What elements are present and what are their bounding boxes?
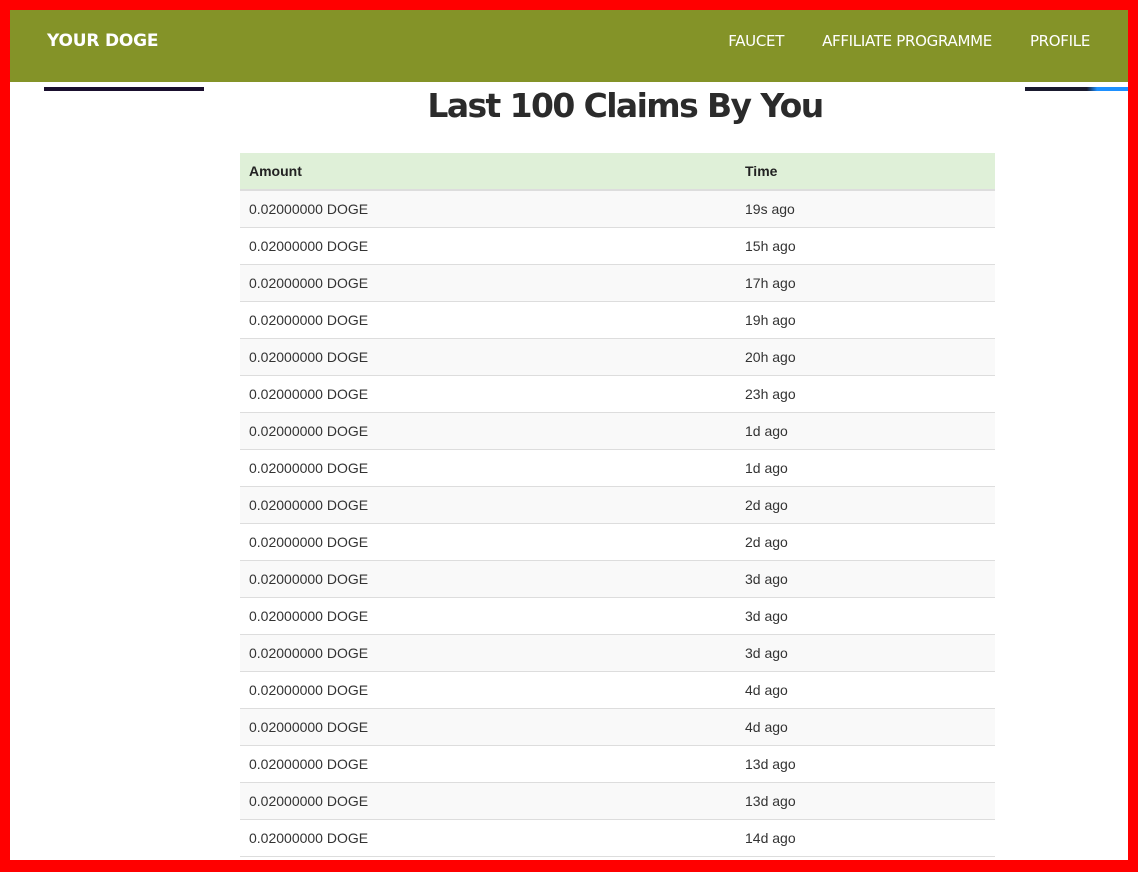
claim-amount: 0.02000000 DOGE	[240, 745, 736, 783]
claim-time: 23h ago	[736, 375, 995, 413]
claim-time: 2d ago	[736, 486, 995, 524]
claim-time: 14d ago	[736, 819, 995, 857]
claims-table: Amount Time 0.02000000 DOGE 19s ago 0.0200…	[240, 153, 995, 857]
claim-amount: 0.02000000 DOGE	[240, 264, 736, 302]
table-row: 0.02000000 DOGE 15h ago	[240, 227, 995, 265]
table-row: 0.02000000 DOGE 14d ago	[240, 819, 995, 857]
table-row: 0.02000000 DOGE 13d ago	[240, 745, 995, 783]
nav-link-profile[interactable]: PROFILE	[1030, 31, 1090, 51]
nav-links: FAUCET AFFILIATE PROGRAMME PROFILE	[728, 31, 1090, 51]
claim-time: 2d ago	[736, 523, 995, 561]
claim-amount: 0.02000000 DOGE	[240, 338, 736, 376]
table-header-row: Amount Time	[240, 153, 995, 191]
column-header-amount: Amount	[240, 153, 736, 191]
claim-time: 13d ago	[736, 745, 995, 783]
claims-table-body: 0.02000000 DOGE 19s ago 0.02000000 DOGE 15h…	[240, 190, 995, 857]
claim-amount: 0.02000000 DOGE	[240, 190, 736, 228]
nav-link-faucet[interactable]: FAUCET	[728, 31, 784, 51]
claim-time: 1d ago	[736, 412, 995, 450]
table-row: 0.02000000 DOGE 1d ago	[240, 412, 995, 450]
table-row: 0.02000000 DOGE 3d ago	[240, 634, 995, 672]
claim-time: 19s ago	[736, 190, 995, 228]
claim-time: 17h ago	[736, 264, 995, 302]
table-row: 0.02000000 DOGE 20h ago	[240, 338, 995, 376]
table-row: 0.02000000 DOGE 4d ago	[240, 708, 995, 746]
claim-amount: 0.02000000 DOGE	[240, 486, 736, 524]
claim-amount: 0.02000000 DOGE	[240, 227, 736, 265]
table-row: 0.02000000 DOGE 3d ago	[240, 560, 995, 598]
claim-amount: 0.02000000 DOGE	[240, 782, 736, 820]
table-row: 0.02000000 DOGE 13d ago	[240, 782, 995, 820]
claim-time: 13d ago	[736, 782, 995, 820]
claim-amount: 0.02000000 DOGE	[240, 301, 736, 339]
navbar: YOUR DOGE FAUCET AFFILIATE PROGRAMME PRO…	[10, 10, 1128, 82]
table-row: 0.02000000 DOGE 17h ago	[240, 264, 995, 302]
claim-amount: 0.02000000 DOGE	[240, 708, 736, 746]
claim-amount: 0.02000000 DOGE	[240, 523, 736, 561]
table-row: 0.02000000 DOGE 19h ago	[240, 301, 995, 339]
table-row: 0.02000000 DOGE 4d ago	[240, 671, 995, 709]
claim-amount: 0.02000000 DOGE	[240, 634, 736, 672]
claim-amount: 0.02000000 DOGE	[240, 671, 736, 709]
page-frame: YOUR DOGE FAUCET AFFILIATE PROGRAMME PRO…	[10, 10, 1128, 860]
claim-time: 20h ago	[736, 338, 995, 376]
nav-link-affiliate-programme[interactable]: AFFILIATE PROGRAMME	[822, 31, 992, 51]
claim-amount: 0.02000000 DOGE	[240, 560, 736, 598]
claim-amount: 0.02000000 DOGE	[240, 449, 736, 487]
column-header-time: Time	[736, 153, 995, 191]
table-row: 0.02000000 DOGE 1d ago	[240, 449, 995, 487]
claim-time: 15h ago	[736, 227, 995, 265]
claim-time: 19h ago	[736, 301, 995, 339]
table-row: 0.02000000 DOGE 2d ago	[240, 523, 995, 561]
claim-amount: 0.02000000 DOGE	[240, 819, 736, 857]
claim-time: 4d ago	[736, 671, 995, 709]
claim-amount: 0.02000000 DOGE	[240, 412, 736, 450]
brand-logo-link[interactable]: YOUR DOGE	[47, 31, 159, 51]
claim-time: 1d ago	[736, 449, 995, 487]
page-title: Last 100 Claims By You	[427, 86, 824, 125]
table-row: 0.02000000 DOGE 3d ago	[240, 597, 995, 635]
table-row: 0.02000000 DOGE 2d ago	[240, 486, 995, 524]
table-row: 0.02000000 DOGE 19s ago	[240, 190, 995, 228]
claim-time: 3d ago	[736, 560, 995, 598]
claim-amount: 0.02000000 DOGE	[240, 597, 736, 635]
claim-amount: 0.02000000 DOGE	[240, 375, 736, 413]
claim-time: 3d ago	[736, 634, 995, 672]
table-row: 0.02000000 DOGE 23h ago	[240, 375, 995, 413]
claim-time: 3d ago	[736, 597, 995, 635]
claim-time: 4d ago	[736, 708, 995, 746]
